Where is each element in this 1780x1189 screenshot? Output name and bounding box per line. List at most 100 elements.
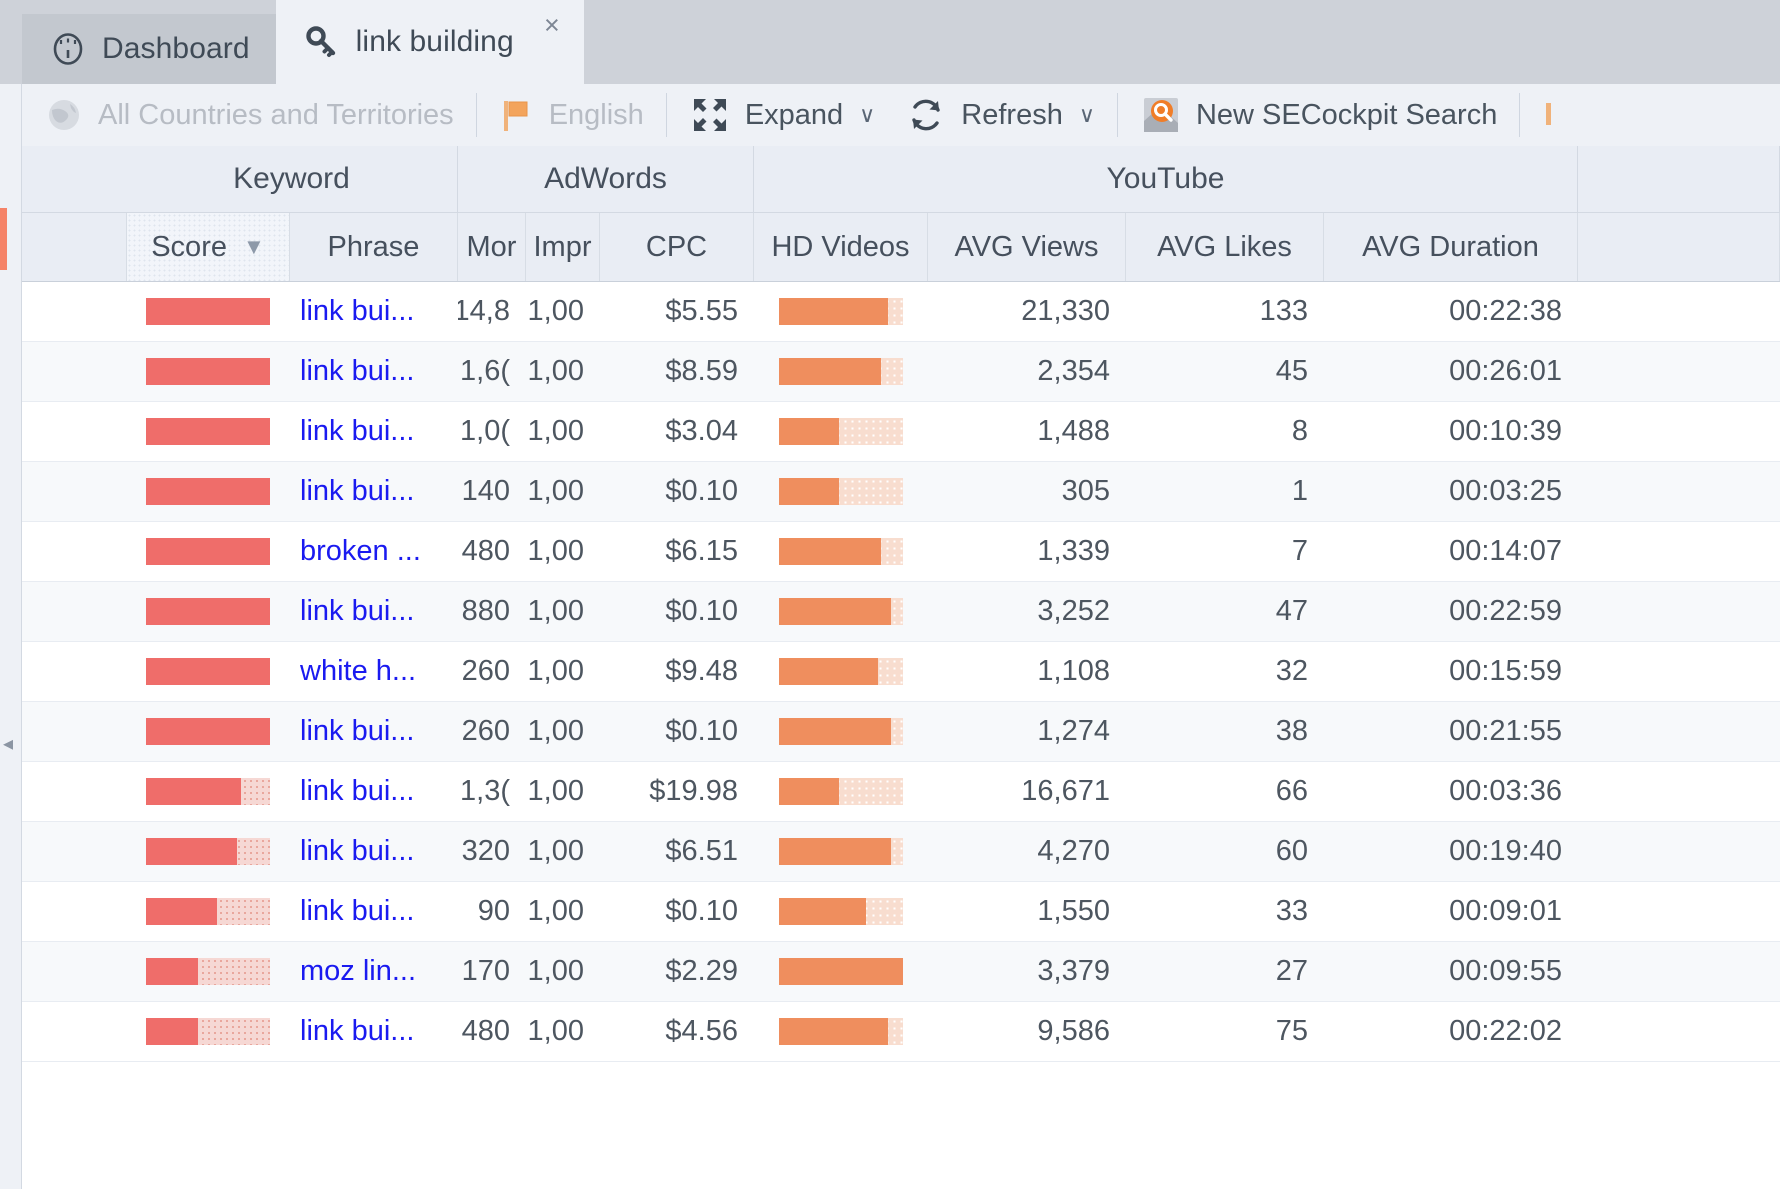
avg-duration-cell: 00:19:40	[1449, 835, 1562, 867]
new-search-button[interactable]: New SECockpit Search	[1140, 84, 1497, 146]
cpc-cell: $0.10	[665, 715, 738, 747]
monthly-searches-cell: 14,8	[458, 295, 510, 327]
row-index-cell	[22, 642, 126, 701]
score-cell	[126, 642, 290, 701]
impressions-cell: 1,00	[527, 895, 584, 927]
row-index-cell	[22, 402, 126, 461]
gauge-icon	[48, 29, 88, 69]
refresh-icon	[905, 94, 947, 136]
phrase-link[interactable]: link bui...	[290, 282, 458, 341]
score-bar	[146, 358, 270, 385]
col-header-score[interactable]: Score ▼	[126, 213, 290, 281]
avg-likes-cell: 133	[1259, 295, 1308, 327]
tab-dashboard-label: Dashboard	[102, 32, 250, 65]
refresh-button[interactable]: Refresh ∨	[905, 84, 1095, 146]
tab-link-building-label: link building	[355, 25, 514, 58]
table-row[interactable]: moz lin... 170 1,00 $2.29 3,379 27 00:09:55	[22, 942, 1780, 1002]
hd-videos-bar	[779, 478, 903, 505]
phrase-link[interactable]: broken ...	[290, 522, 458, 581]
phrase-link[interactable]: moz lin...	[290, 942, 458, 1001]
score-bar-fill	[146, 778, 242, 805]
row-index-cell	[22, 762, 126, 821]
download-icon	[1542, 95, 1562, 135]
col-header-hd-videos[interactable]: HD Videos	[754, 213, 928, 281]
phrase-link[interactable]: link bui...	[290, 402, 458, 461]
tab-bar: Dashboard link building ×	[0, 0, 1780, 84]
row-index-cell	[22, 282, 126, 341]
monthly-searches-cell: 320	[461, 835, 510, 867]
cpc-cell: $3.04	[665, 415, 738, 447]
language-filter-button[interactable]: English	[499, 84, 644, 146]
phrase-link[interactable]: link bui...	[290, 882, 458, 941]
table-row[interactable]: link bui... 140 1,00 $0.10 305 1 00:03:25	[22, 462, 1780, 522]
row-trailing-cell	[1578, 342, 1780, 401]
col-header-phrase[interactable]: Phrase	[290, 213, 458, 281]
phrase-link[interactable]: white h...	[290, 642, 458, 701]
hd-videos-bar-fill	[779, 658, 879, 685]
monthly-searches-cell: 1,3(	[460, 775, 510, 807]
group-adwords[interactable]: AdWords	[458, 146, 754, 212]
toolbar-separator-2	[665, 93, 667, 137]
tab-link-building[interactable]: link building ×	[275, 0, 584, 84]
row-index-cell	[22, 882, 126, 941]
collapse-panel-arrow-icon[interactable]: ◂	[3, 734, 13, 754]
table-row[interactable]: link bui... 14,8 1,00 $5.55 21,330 133 00:22:3…	[22, 282, 1780, 342]
hd-videos-bar	[779, 778, 903, 805]
table-row[interactable]: link bui... 1,6(1,00 $8.59 2,354 45 00:26:01	[22, 342, 1780, 402]
cpc-cell: $19.98	[649, 775, 738, 807]
phrase-link[interactable]: link bui...	[290, 342, 458, 401]
phrase-link[interactable]: link bui...	[290, 702, 458, 761]
toolbar-overflow-item[interactable]	[1542, 84, 1576, 146]
chevron-down-icon[interactable]: ∨	[859, 104, 875, 126]
cpc-cell: $6.51	[665, 835, 738, 867]
col-header-avg-views[interactable]: AVG Views	[928, 213, 1126, 281]
expand-button[interactable]: Expand ∨	[689, 84, 875, 146]
hd-videos-bar-fill	[779, 958, 903, 985]
hd-videos-cell	[754, 882, 928, 941]
hd-videos-bar	[779, 838, 903, 865]
cpc-cell: $0.10	[665, 475, 738, 507]
toolbar-separator-4	[1519, 93, 1521, 137]
tab-dashboard[interactable]: Dashboard	[22, 14, 276, 84]
avg-views-cell: 1,550	[1037, 895, 1110, 927]
hd-videos-cell	[754, 942, 928, 1001]
hd-videos-cell	[754, 642, 928, 701]
table-row[interactable]: link bui... 1,3(1,00 $19.98 16,671 66 00:03:3…	[22, 762, 1780, 822]
score-cell	[126, 942, 290, 1001]
row-index-cell	[22, 582, 126, 641]
avg-views-cell: 1,108	[1037, 655, 1110, 687]
phrase-link[interactable]: link bui...	[290, 822, 458, 881]
col-header-cpc[interactable]: CPC	[600, 213, 754, 281]
col-header-impressions[interactable]: Impr	[526, 213, 600, 281]
table-row[interactable]: white h... 260 1,00 $9.48 1,108 32 00:15:59	[22, 642, 1780, 702]
table-row[interactable]: link bui... 320 1,00 $6.51 4,270 60 00:19:40	[22, 822, 1780, 882]
score-bar	[146, 658, 270, 685]
col-header-avg-duration[interactable]: AVG Duration	[1324, 213, 1578, 281]
phrase-link[interactable]: link bui...	[290, 582, 458, 641]
table-row[interactable]: link bui... 1,0(1,00 $3.04 1,488 8 00:10:39	[22, 402, 1780, 462]
score-bar-fill	[146, 598, 270, 625]
phrase-link[interactable]: link bui...	[290, 762, 458, 821]
country-filter-button[interactable]: All Countries and Territories	[44, 84, 454, 146]
score-bar	[146, 478, 270, 505]
phrase-link[interactable]: link bui...	[290, 1002, 458, 1061]
chevron-down-icon[interactable]: ∨	[1079, 104, 1095, 126]
table-row[interactable]: link bui... 880 1,00 $0.10 3,252 47 00:22:59	[22, 582, 1780, 642]
col-header-avg-likes[interactable]: AVG Likes	[1126, 213, 1324, 281]
row-trailing-cell	[1578, 702, 1780, 761]
group-youtube[interactable]: YouTube	[754, 146, 1578, 212]
avg-duration-cell: 00:15:59	[1449, 655, 1562, 687]
avg-views-cell: 21,330	[1021, 295, 1110, 327]
score-bar-fill	[146, 538, 270, 565]
expand-icon	[689, 94, 731, 136]
phrase-link[interactable]: link bui...	[290, 462, 458, 521]
table-row[interactable]: link bui... 480 1,00 $4.56 9,586 75 00:22:02	[22, 1002, 1780, 1062]
table-row[interactable]: link bui... 90 1,00 $0.10 1,550 33 00:09:01	[22, 882, 1780, 942]
table-row[interactable]: link bui... 260 1,00 $0.10 1,274 38 00:21:55	[22, 702, 1780, 762]
monthly-searches-cell: 1,6(	[460, 355, 510, 387]
col-header-monthly-searches[interactable]: Mor	[458, 213, 526, 281]
group-keyword[interactable]: Keyword	[126, 146, 458, 212]
table-row[interactable]: broken ... 480 1,00 $6.15 1,339 7 00:14:07	[22, 522, 1780, 582]
monthly-searches-cell: 90	[477, 895, 510, 927]
close-icon[interactable]: ×	[544, 12, 560, 39]
